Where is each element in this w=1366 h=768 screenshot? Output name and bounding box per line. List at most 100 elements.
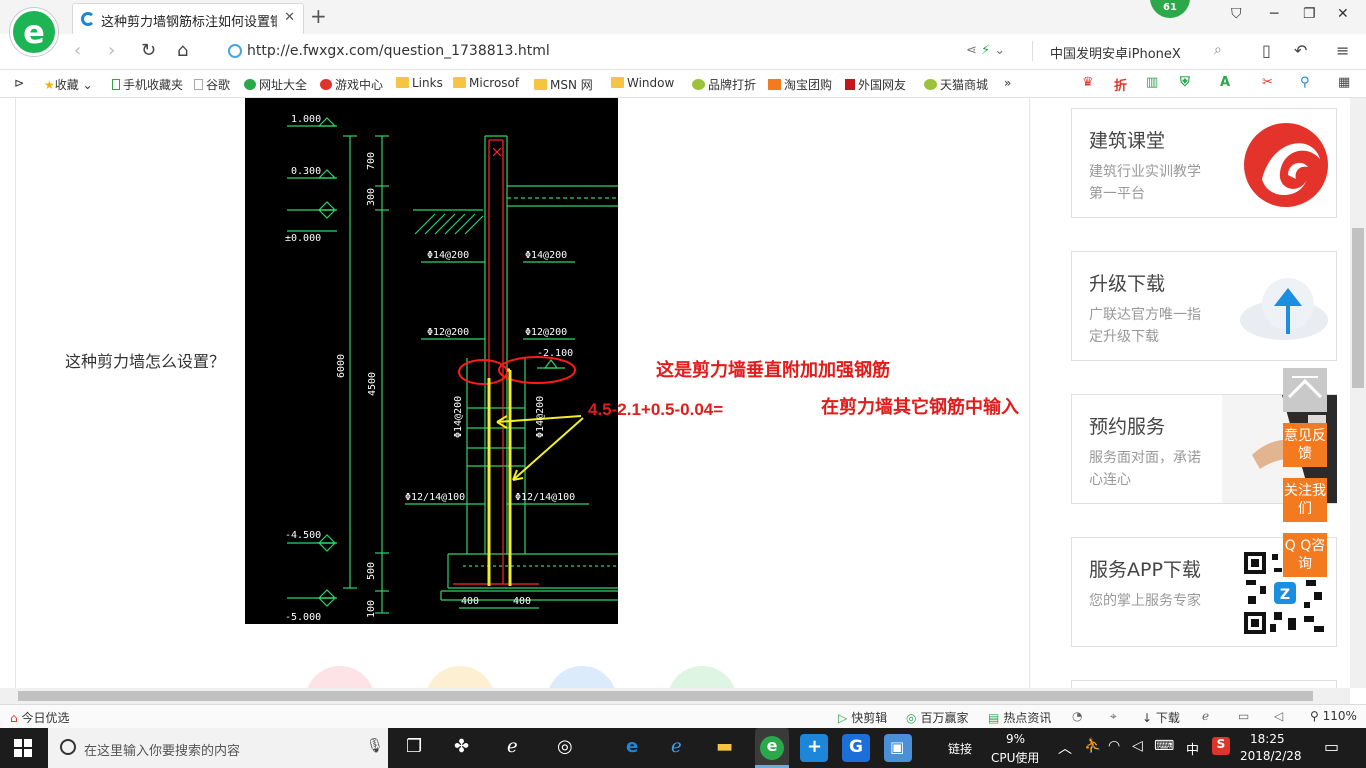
card-upgrade-download[interactable]: 升级下载 广联达官方唯一指定升级下载 bbox=[1071, 251, 1337, 361]
keyboard-icon[interactable]: ⌨ bbox=[1154, 738, 1174, 754]
card-subtitle: 建筑行业实训教学第一平台 bbox=[1089, 164, 1201, 202]
close-window-button[interactable]: ✕ bbox=[1337, 6, 1349, 22]
url-text[interactable]: http://e.fwxgx.com/question_1738813.html bbox=[247, 43, 550, 59]
share-circle-2[interactable] bbox=[425, 666, 495, 688]
file-explorer-icon[interactable]: ▬ bbox=[716, 736, 733, 757]
edge-icon[interactable]: ℯ bbox=[507, 736, 518, 757]
sidebar-toggle-icon[interactable]: ⊳ bbox=[14, 76, 24, 90]
quick-clip[interactable]: ▷ 快剪辑 bbox=[838, 709, 887, 726]
task-view-icon[interactable]: ❐ bbox=[406, 736, 422, 757]
more-bookmarks-icon[interactable]: » bbox=[1004, 76, 1011, 90]
glodon-g-icon[interactable]: G bbox=[842, 734, 870, 762]
new-tab-button[interactable]: + bbox=[310, 4, 327, 28]
bookmark-google[interactable]: 谷歌 bbox=[194, 76, 230, 93]
home-button[interactable]: ⌂ bbox=[177, 40, 188, 61]
follow-us-button[interactable]: 关注我们 bbox=[1283, 478, 1327, 522]
speed-icon[interactable]: ◔ bbox=[1072, 709, 1082, 723]
action-center-icon[interactable]: ▭ bbox=[1324, 737, 1339, 756]
qq-consult-button[interactable]: Q Q咨询 bbox=[1283, 533, 1327, 577]
card-partial[interactable] bbox=[1071, 680, 1337, 688]
million-winner[interactable]: ◎ 百万赢家 bbox=[906, 709, 969, 726]
cad-rebar-3: Φ12@200 bbox=[427, 327, 469, 338]
ime-indicator[interactable]: 中 bbox=[1186, 739, 1199, 758]
bookmark-nav[interactable]: 网址大全 bbox=[244, 76, 307, 93]
ie-mode-icon[interactable]: ℯ bbox=[1202, 709, 1209, 723]
cad-rebar-8: Φ12/14@100 bbox=[515, 492, 575, 503]
share-circle-3[interactable] bbox=[547, 666, 617, 688]
fan-app-icon[interactable]: ✤ bbox=[454, 736, 469, 757]
horizontal-scrollbar[interactable] bbox=[0, 688, 1350, 704]
card-architecture-class[interactable]: 建筑课堂 建筑行业实训教学第一平台 bbox=[1071, 108, 1337, 218]
feedback-button[interactable]: 意见反馈 bbox=[1283, 423, 1327, 467]
close-tab-icon[interactable]: ✕ bbox=[284, 10, 295, 25]
taskbar-search[interactable]: 在这里输入你要搜索的内容 🎙 bbox=[48, 728, 388, 768]
bookmark-tmall[interactable]: 天猫商城 bbox=[924, 76, 988, 93]
bookmark-taobao[interactable]: 淘宝团购 bbox=[768, 76, 832, 93]
vertical-scrollbar[interactable] bbox=[1350, 98, 1366, 688]
search-input[interactable]: 中国发明安卓iPhoneX bbox=[1050, 43, 1181, 62]
notification-badge[interactable]: 61 bbox=[1150, 0, 1190, 18]
daily-picks[interactable]: ⌂ 今日优选 bbox=[10, 709, 69, 726]
bookmark-games[interactable]: 游戏中心 bbox=[320, 76, 383, 93]
bookmark-mobile[interactable]: 手机收藏夹 bbox=[112, 76, 183, 93]
shield-icon[interactable]: ⛨ bbox=[1180, 75, 1190, 90]
pin-icon[interactable]: ⌖ bbox=[1110, 709, 1117, 724]
scissors-icon[interactable]: ✂ bbox=[1262, 75, 1273, 90]
zoom-level[interactable]: ⚲ 110% bbox=[1310, 709, 1357, 723]
people-icon[interactable]: ⛹ bbox=[1084, 738, 1101, 754]
grid-icon[interactable]: ▦ bbox=[1338, 75, 1350, 90]
links-toolbar[interactable]: 链接 bbox=[948, 740, 972, 757]
browser-taskbar-active[interactable]: e bbox=[755, 728, 789, 768]
translate-icon[interactable]: A bbox=[1220, 75, 1230, 90]
address-tools[interactable]: ⋖ ⚡ ⌄ bbox=[966, 43, 1005, 58]
magnifier-icon[interactable]: ⚲ bbox=[1300, 75, 1310, 90]
discount-icon[interactable]: 折 bbox=[1114, 75, 1127, 94]
menu-icon[interactable]: ≡ bbox=[1336, 41, 1349, 60]
minimize-button[interactable]: ─ bbox=[1270, 6, 1278, 22]
bookmark-bar: ⊳ ★收藏 ⌄ 手机收藏夹 谷歌 网址大全 游戏中心 Links Microso… bbox=[0, 70, 1366, 98]
start-button[interactable] bbox=[14, 739, 32, 757]
hot-news[interactable]: ▤ 热点资讯 bbox=[988, 709, 1051, 726]
trophy-icon[interactable]: ♛ bbox=[1082, 75, 1094, 90]
bookmark-links[interactable]: Links bbox=[396, 76, 443, 90]
bookmark-discount[interactable]: 品牌打折 bbox=[692, 76, 756, 93]
bookmark-msn[interactable]: MSN 网 bbox=[534, 76, 593, 93]
book-icon[interactable]: ▥ bbox=[1146, 75, 1158, 90]
address-bar[interactable]: http://e.fwxgx.com/question_1738813.html… bbox=[224, 39, 1240, 65]
scroll-thumb[interactable] bbox=[18, 691, 1313, 701]
mobile-icon[interactable]: ▯ bbox=[1262, 41, 1271, 60]
share-circle-1[interactable] bbox=[305, 666, 375, 688]
edge-blue-icon[interactable]: e bbox=[626, 736, 638, 757]
bookmark-windows[interactable]: Window bbox=[611, 76, 674, 90]
sogou-icon[interactable]: S bbox=[1212, 737, 1230, 755]
downloads[interactable]: ↓ 下载 bbox=[1142, 709, 1180, 726]
back-button[interactable]: ‹ bbox=[74, 40, 81, 61]
back-to-top-button[interactable] bbox=[1283, 368, 1327, 413]
app-plus-icon[interactable]: + bbox=[800, 734, 828, 762]
browser-tab[interactable]: 这种剪力墙钢筋标注如何设置钢筋 ✕ bbox=[72, 3, 304, 34]
bookmark-microsoft[interactable]: Microsof bbox=[453, 76, 519, 90]
share-circle-4[interactable] bbox=[667, 666, 737, 688]
bookmark-favorites[interactable]: ★收藏 ⌄ bbox=[44, 76, 93, 93]
swirl-app-icon[interactable]: ◎ bbox=[557, 736, 573, 757]
clock-date[interactable]: 2018/2/28 bbox=[1240, 749, 1302, 763]
maximize-button[interactable]: ❐ bbox=[1303, 6, 1316, 22]
search-icon[interactable]: ⌕ bbox=[1214, 42, 1222, 58]
undo-icon[interactable]: ↶ bbox=[1294, 41, 1307, 60]
scroll-thumb[interactable] bbox=[1352, 228, 1364, 388]
mute-icon[interactable]: ◁ bbox=[1274, 709, 1283, 723]
window-icon[interactable]: ▭ bbox=[1238, 709, 1249, 723]
forward-button[interactable]: › bbox=[108, 40, 115, 61]
remote-app-icon[interactable]: ▣ bbox=[884, 734, 912, 762]
wifi-icon[interactable]: ◠ bbox=[1108, 738, 1120, 754]
microphone-icon[interactable]: 🎙 bbox=[366, 738, 384, 754]
card-title: 服务APP下载 bbox=[1089, 559, 1201, 581]
tray-expand-icon[interactable]: ︿ bbox=[1058, 738, 1072, 758]
refresh-button[interactable]: ↻ bbox=[141, 40, 156, 61]
skin-icon[interactable]: ⛉ bbox=[1231, 6, 1242, 22]
internet-explorer-icon[interactable]: ℯ bbox=[671, 736, 682, 757]
volume-icon[interactable]: ◁ bbox=[1132, 738, 1143, 754]
bookmark-foreign[interactable]: 外国网友 bbox=[845, 76, 906, 93]
cad-drawing[interactable]: 1.000 0.300 ±0.000 -4.500 -5.000 700 300… bbox=[245, 98, 618, 624]
clock-time[interactable]: 18:25 bbox=[1250, 732, 1285, 746]
